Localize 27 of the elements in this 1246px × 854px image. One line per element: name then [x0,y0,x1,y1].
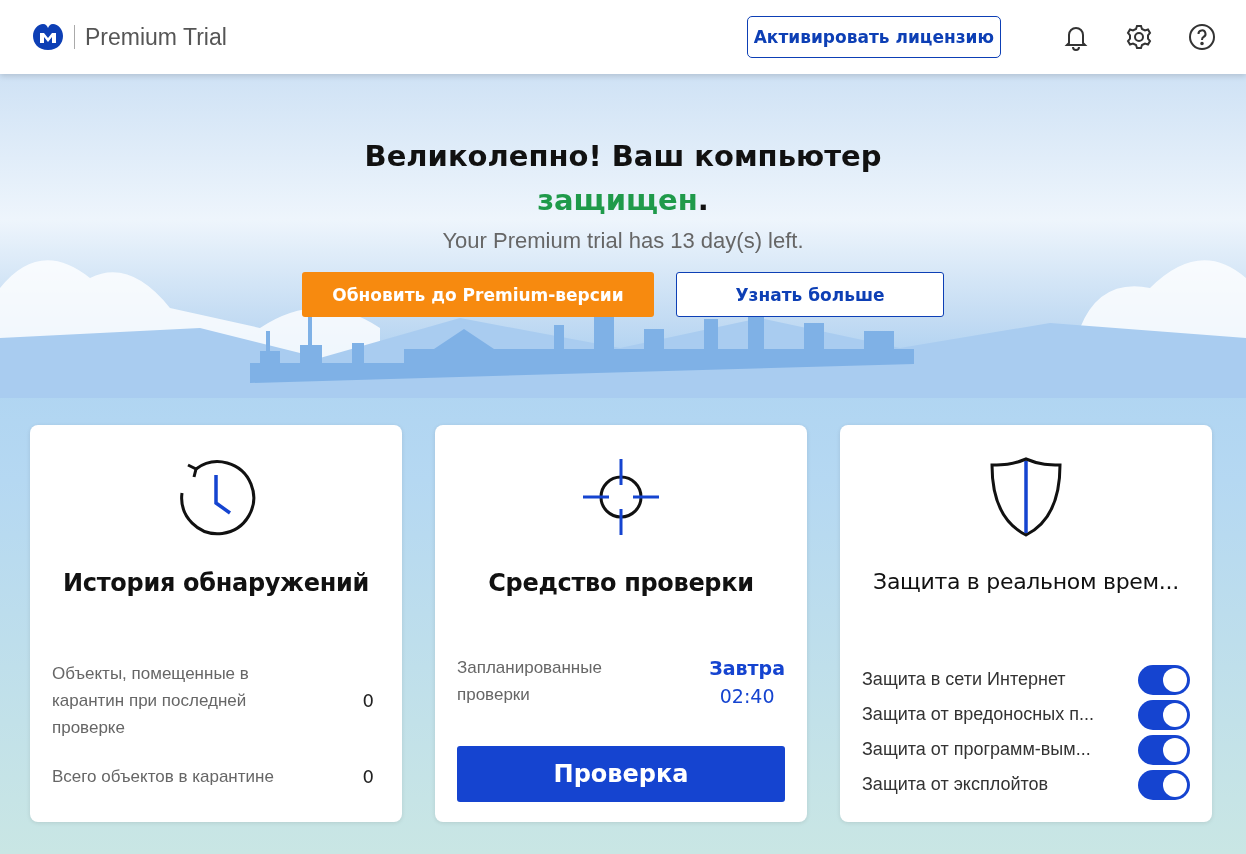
card-title: Средство проверки [488,569,754,597]
card-title: Защита в реальном врем... [873,569,1179,594]
toggle-switch[interactable] [1138,734,1190,765]
protection-label: Защита от программ-вым... [862,739,1091,760]
scheduled-day: Завтра [709,654,785,682]
settings-icon[interactable] [1125,23,1153,51]
logo-icon [32,23,64,51]
product-name: Premium Trial [85,23,227,51]
stat-value: 0 [362,690,374,711]
card-title: История обнаружений [63,569,369,597]
scheduled-scans-label: Запланированные проверки [457,657,603,706]
stat-label: Всего объектов в карантине [52,766,274,788]
help-icon[interactable] [1188,23,1216,51]
activate-license-button[interactable]: Активировать лицензию [746,16,1001,58]
stat-label: Объекты, помещенные в карантин при последней проверке [52,663,250,739]
protection-label: Защита от вредоносных п... [862,704,1094,725]
toggle-switch[interactable] [1138,699,1190,730]
stat-value: 0 [362,766,374,787]
status-heading: Великолепно! Ваш компьютер защищен. [364,138,882,219]
protection-label: Защита от эксплойтов [862,774,1049,795]
scan-button[interactable]: Проверка [457,746,785,802]
trial-days-text: Your Premium trial has 13 day(s) left. [442,228,804,254]
learn-more-button[interactable]: Узнать больше [676,272,944,317]
scheduled-time: 02:40 [719,684,775,709]
toggle-switch[interactable] [1138,664,1190,695]
protection-label: Защита в сети Интернет [862,669,1066,690]
toggle-switch[interactable] [1138,769,1190,800]
